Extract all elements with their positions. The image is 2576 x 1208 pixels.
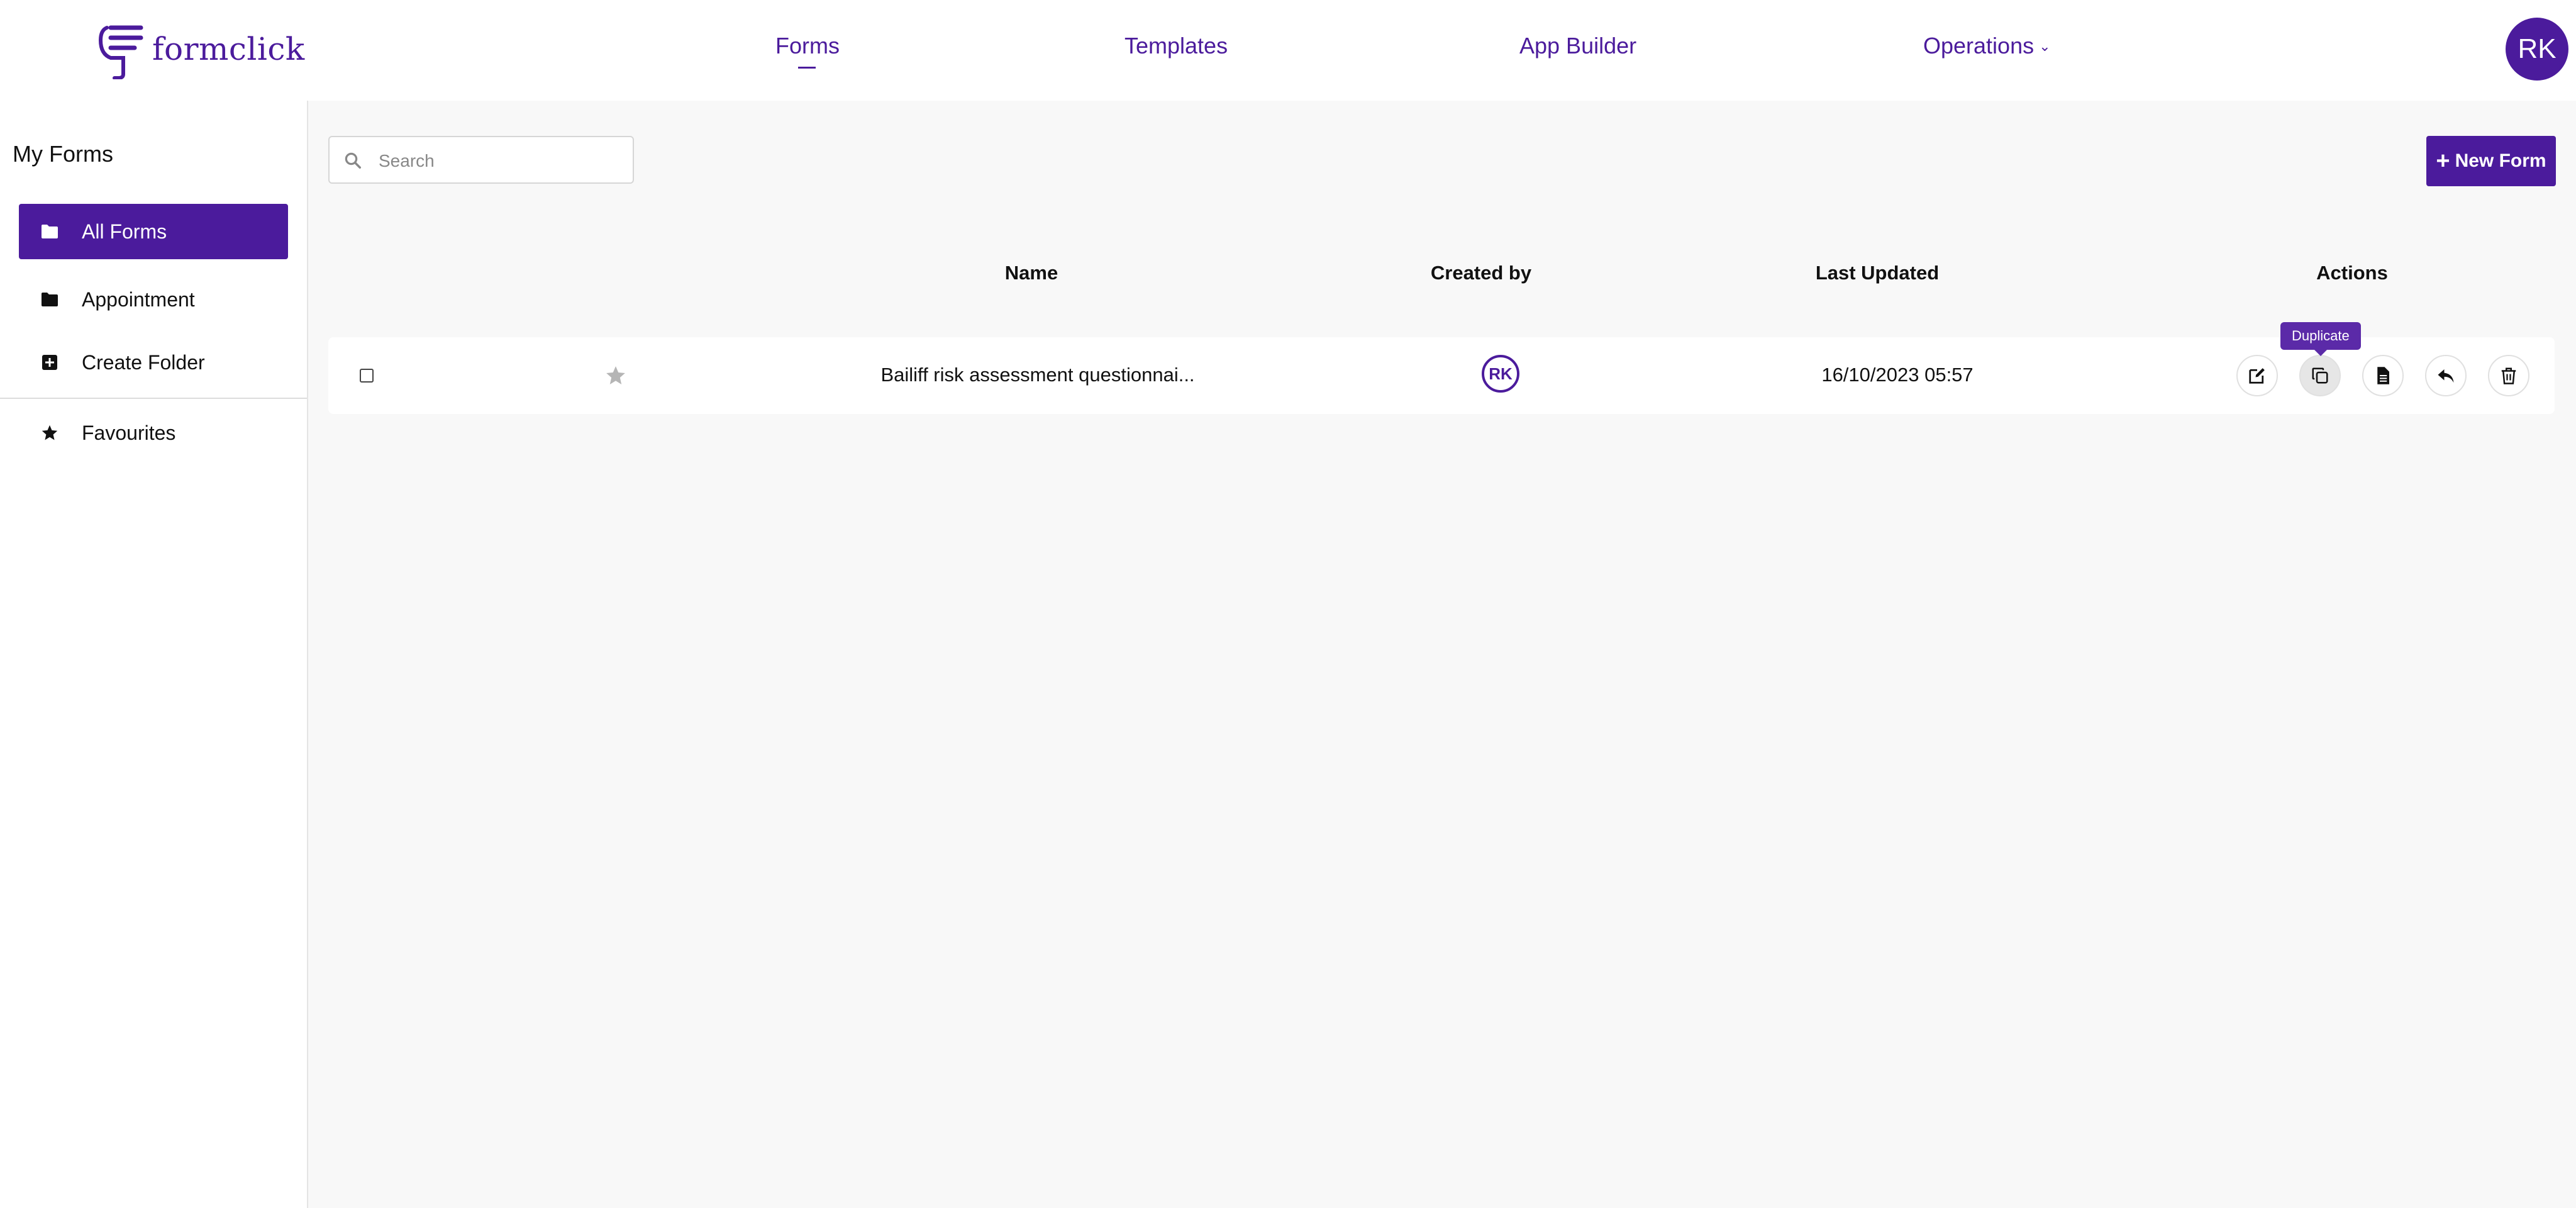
tooltip-arrow [2314, 350, 2327, 356]
star-icon [40, 424, 59, 442]
duplicate-button[interactable] [2299, 355, 2341, 396]
folder-icon [40, 224, 59, 239]
sidebar-item-all-forms[interactable]: All Forms [19, 204, 288, 259]
logo-text: formclick [152, 31, 305, 67]
plus-icon: + [2436, 147, 2450, 174]
search-input[interactable] [377, 146, 625, 176]
top-navigation-bar: formclick Forms Templates App Builder Op… [0, 0, 2576, 101]
main-content: + New Form Name Created by Last Updated … [308, 101, 2576, 1208]
nav-templates[interactable]: Templates [1124, 33, 1228, 59]
table-row[interactable]: Bailiff risk assessment questionnai... R… [328, 337, 2555, 414]
sidebar-title: My Forms [13, 141, 113, 167]
logo-icon [98, 25, 143, 79]
row-checkbox[interactable] [360, 369, 374, 383]
reply-button[interactable] [2425, 355, 2467, 396]
document-button[interactable] [2362, 355, 2404, 396]
sidebar: My Forms All Forms Appointment Create Fo… [0, 101, 308, 1208]
nav-forms[interactable]: Forms [775, 33, 840, 69]
new-form-label: New Form [2455, 150, 2546, 171]
last-updated: 16/10/2023 05:57 [1821, 364, 1974, 386]
sidebar-item-appointment[interactable]: Appointment [19, 272, 288, 327]
nav-operations[interactable]: Operations ⌄ [1923, 33, 2051, 59]
search-icon [345, 152, 361, 169]
nav-forms-label: Forms [775, 33, 840, 59]
column-header-actions: Actions [2316, 262, 2388, 284]
nav-operations-label: Operations [1923, 33, 2035, 59]
column-header-created-by[interactable]: Created by [1377, 262, 1585, 284]
nav-app-builder[interactable]: App Builder [1519, 33, 1636, 59]
column-header-name[interactable]: Name [937, 262, 1126, 284]
sidebar-item-label: Create Folder [82, 350, 205, 374]
delete-button[interactable] [2488, 355, 2529, 396]
search-box[interactable] [328, 136, 634, 184]
sidebar-divider [0, 398, 307, 399]
duplicate-tooltip: Duplicate [2280, 322, 2361, 356]
form-name[interactable]: Bailiff risk assessment questionnai... [874, 364, 1201, 386]
plus-square-icon [40, 354, 59, 371]
favourite-star-icon[interactable] [605, 365, 626, 386]
sidebar-item-create-folder[interactable]: Create Folder [19, 335, 288, 390]
reply-icon [2438, 369, 2454, 383]
trash-icon [2501, 367, 2516, 384]
edit-icon [2249, 368, 2265, 384]
formclick-logo[interactable]: formclick [96, 19, 305, 79]
sidebar-item-favourites[interactable]: Favourites [19, 405, 288, 461]
tooltip-text: Duplicate [2292, 328, 2350, 344]
chevron-down-icon: ⌄ [2039, 38, 2051, 54]
new-form-button[interactable]: + New Form [2426, 136, 2556, 186]
copy-icon [2312, 367, 2328, 384]
sidebar-item-label: Favourites [82, 421, 176, 444]
folder-icon [40, 292, 59, 307]
user-avatar[interactable]: RK [2506, 18, 2568, 81]
edit-button[interactable] [2236, 355, 2278, 396]
column-header-last-updated[interactable]: Last Updated [1774, 262, 1981, 284]
sidebar-item-label: All Forms [82, 220, 167, 243]
active-tab-indicator [798, 67, 816, 69]
creator-avatar: RK [1482, 355, 1519, 393]
document-icon [2377, 367, 2389, 384]
sidebar-item-label: Appointment [82, 288, 195, 311]
